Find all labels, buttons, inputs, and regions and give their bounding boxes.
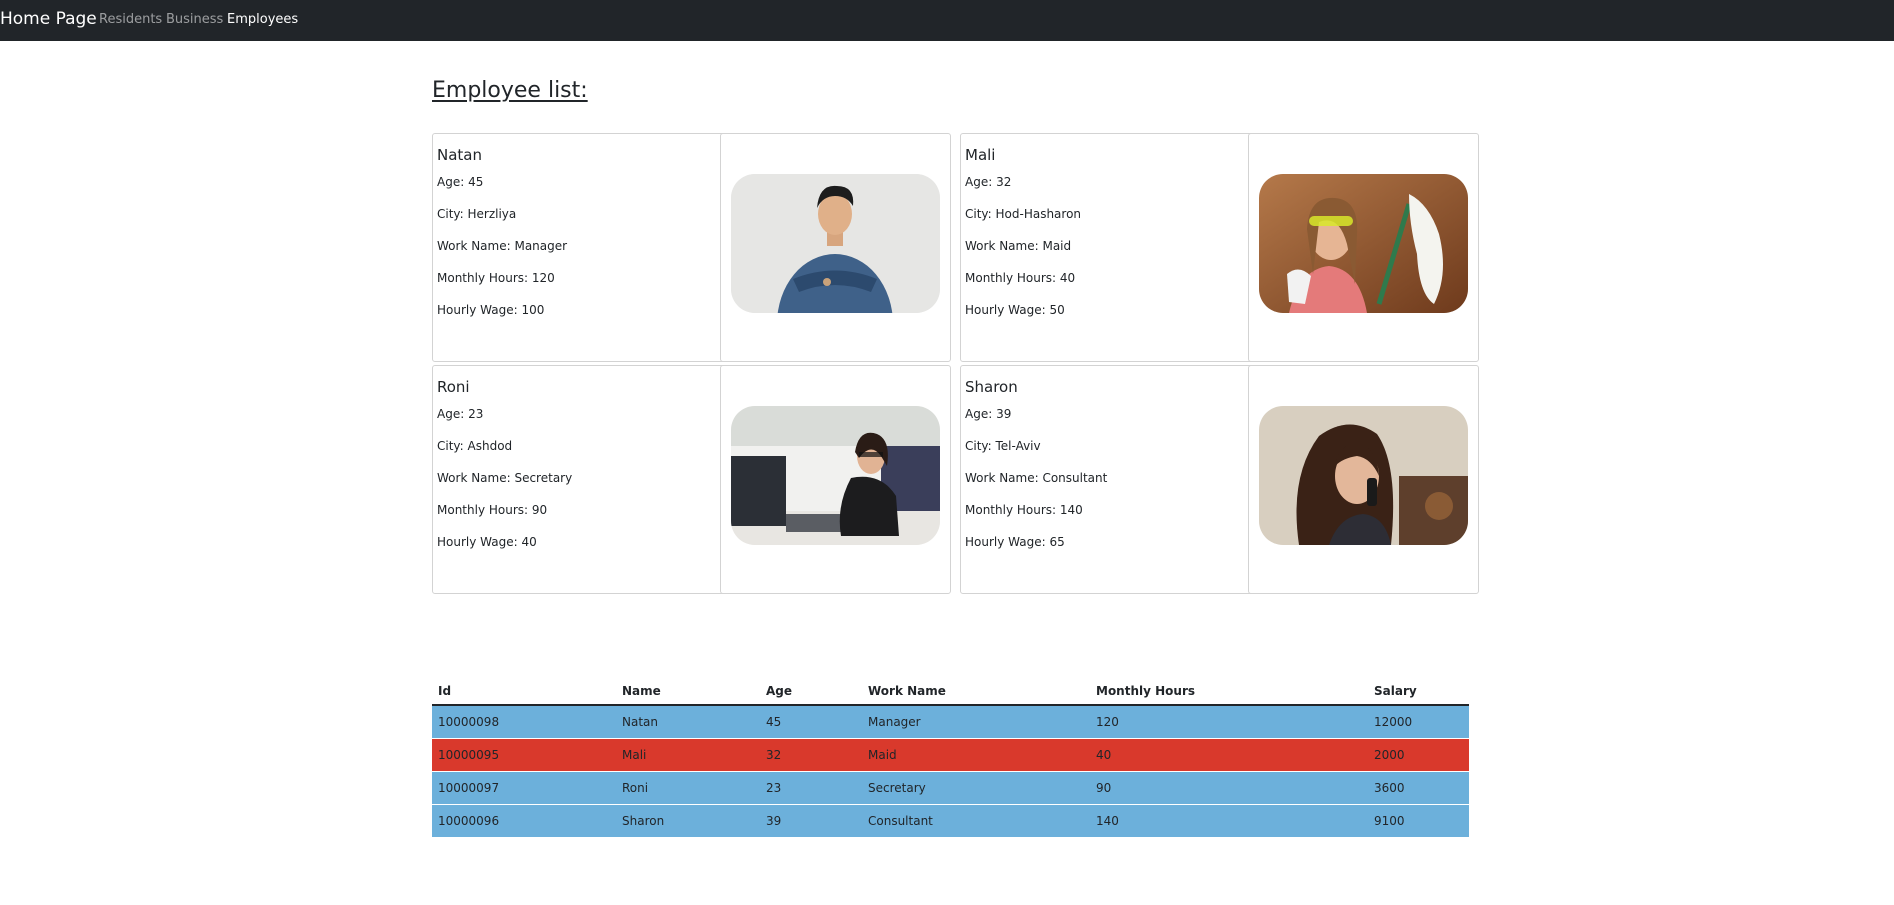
- column-header-work-name: Work Name: [862, 678, 1090, 706]
- employee-card-body: Roni Age: 23 City: Ashdod Work Name: Sec…: [433, 366, 720, 593]
- cell-work-name: Maid: [862, 738, 1090, 772]
- cell-age: 45: [760, 705, 862, 739]
- cell-id: 10000095: [432, 738, 616, 772]
- nav-link-employees[interactable]: Employees: [227, 12, 298, 27]
- employee-work-name: Work Name: Secretary: [437, 471, 573, 485]
- cell-name: Roni: [616, 771, 760, 805]
- cell-salary: 3600: [1368, 771, 1469, 805]
- cell-id: 10000097: [432, 771, 616, 805]
- employee-image-panel: [1248, 365, 1479, 594]
- employee-card: Mali Age: 32 City: Hod-Hasharon Work Nam…: [960, 133, 1479, 362]
- employee-age: Age: 32: [965, 175, 1012, 189]
- employee-work-name: Work Name: Consultant: [965, 471, 1108, 485]
- employee-monthly-hours: Monthly Hours: 90: [437, 503, 548, 517]
- employee-name: Natan: [437, 146, 482, 164]
- employee-age: Age: 39: [965, 407, 1012, 421]
- employee-city: City: Tel-Aviv: [965, 439, 1041, 453]
- employee-image-panel: [1248, 133, 1479, 362]
- employee-city: City: Herzliya: [437, 207, 517, 221]
- cell-work-name: Secretary: [862, 771, 1090, 805]
- cell-monthly-hours: 90: [1090, 771, 1368, 805]
- cell-age: 39: [760, 804, 862, 838]
- employee-age: Age: 23: [437, 407, 484, 421]
- woman-on-phone-photo: [1259, 406, 1468, 545]
- employee-name: Sharon: [965, 378, 1018, 396]
- employee-hourly-wage: Hourly Wage: 40: [437, 535, 537, 549]
- woman-at-computer-photo: [731, 406, 940, 545]
- employee-work-name: Work Name: Maid: [965, 239, 1072, 253]
- employee-hourly-wage: Hourly Wage: 50: [965, 303, 1065, 317]
- man-crossed-arms-photo: [731, 174, 940, 313]
- employee-card-body: Mali Age: 32 City: Hod-Hasharon Work Nam…: [961, 134, 1248, 361]
- table-row: 10000095 Mali 32 Maid 40 2000: [432, 738, 1469, 772]
- employee-image-panel: [720, 133, 951, 362]
- cell-age: 23: [760, 771, 862, 805]
- cell-name: Natan: [616, 705, 760, 739]
- cell-work-name: Consultant: [862, 804, 1090, 838]
- cell-monthly-hours: 140: [1090, 804, 1368, 838]
- employee-monthly-hours: Monthly Hours: 120: [437, 271, 555, 285]
- table-row: 10000096 Sharon 39 Consultant 140 9100: [432, 804, 1469, 838]
- column-header-id: Id: [432, 678, 616, 706]
- employee-name: Mali: [965, 146, 996, 164]
- cell-salary: 2000: [1368, 738, 1469, 772]
- cell-work-name: Manager: [862, 705, 1090, 739]
- cell-monthly-hours: 40: [1090, 738, 1368, 772]
- employee-city: City: Hod-Hasharon: [965, 207, 1082, 221]
- employee-work-name: Work Name: Manager: [437, 239, 568, 253]
- page-title: Employee list:: [432, 78, 588, 103]
- cell-id: 10000096: [432, 804, 616, 838]
- employee-hourly-wage: Hourly Wage: 65: [965, 535, 1065, 549]
- brand-link[interactable]: Home Page: [0, 9, 97, 29]
- column-header-age: Age: [760, 678, 862, 706]
- employee-image-panel: [720, 365, 951, 594]
- employee-age: Age: 45: [437, 175, 484, 189]
- column-header-name: Name: [616, 678, 760, 706]
- cell-name: Mali: [616, 738, 760, 772]
- cell-salary: 9100: [1368, 804, 1469, 838]
- employee-card: Sharon Age: 39 City: Tel-Aviv Work Name:…: [960, 365, 1479, 594]
- employee-card-body: Sharon Age: 39 City: Tel-Aviv Work Name:…: [961, 366, 1248, 593]
- nav-link-residents[interactable]: Residents: [99, 12, 162, 27]
- employee-name: Roni: [437, 378, 470, 396]
- table-header-row: Id Name Age Work Name Monthly Hours Sala…: [432, 678, 1469, 706]
- employee-hourly-wage: Hourly Wage: 100: [437, 303, 545, 317]
- table-row: 10000098 Natan 45 Manager 120 12000: [432, 705, 1469, 739]
- cell-salary: 12000: [1368, 705, 1469, 739]
- nav-link-business[interactable]: Business: [166, 12, 223, 27]
- employee-card: Roni Age: 23 City: Ashdod Work Name: Sec…: [432, 365, 951, 594]
- employee-table: Id Name Age Work Name Monthly Hours Sala…: [432, 678, 1469, 838]
- employee-monthly-hours: Monthly Hours: 40: [965, 271, 1076, 285]
- column-header-salary: Salary: [1368, 678, 1469, 706]
- table-row: 10000097 Roni 23 Secretary 90 3600: [432, 771, 1469, 805]
- employee-city: City: Ashdod: [437, 439, 513, 453]
- cell-id: 10000098: [432, 705, 616, 739]
- cell-monthly-hours: 120: [1090, 705, 1368, 739]
- employee-card-body: Natan Age: 45 City: Herzliya Work Name: …: [433, 134, 720, 361]
- employee-monthly-hours: Monthly Hours: 140: [965, 503, 1083, 517]
- column-header-monthly-hours: Monthly Hours: [1090, 678, 1368, 706]
- woman-with-mop-photo: [1259, 174, 1468, 313]
- cell-age: 32: [760, 738, 862, 772]
- cell-name: Sharon: [616, 804, 760, 838]
- top-navbar: Home Page Residents Business Employees: [0, 0, 1894, 41]
- employee-card: Natan Age: 45 City: Herzliya Work Name: …: [432, 133, 951, 362]
